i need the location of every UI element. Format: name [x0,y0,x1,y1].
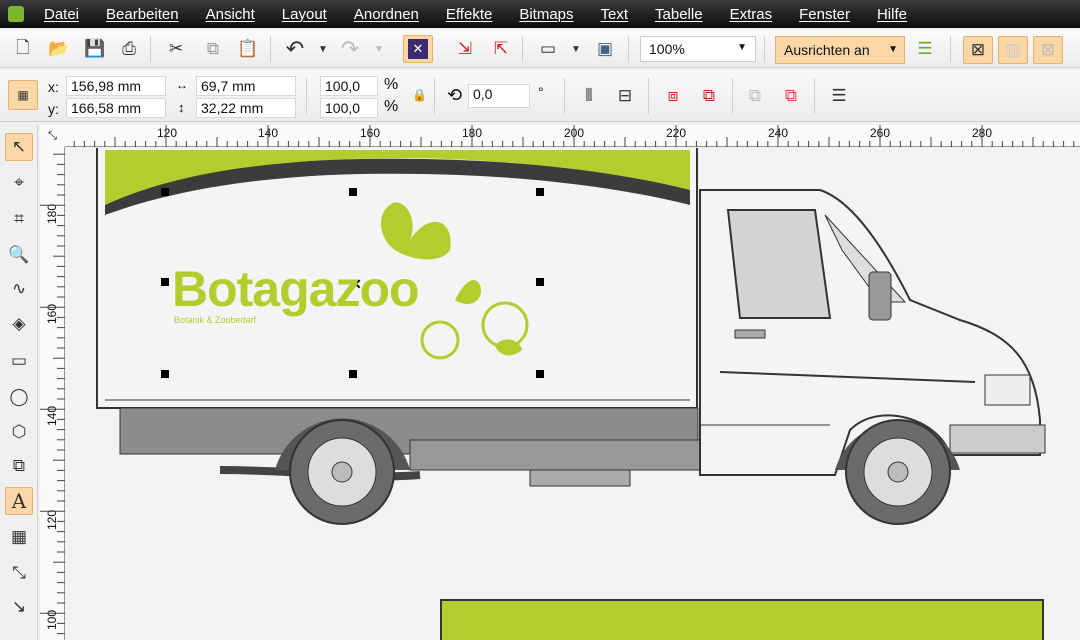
enhanced-view-button[interactable]: ⊠ [1033,36,1063,64]
height-field[interactable]: 32,22 mm [196,98,296,118]
horizontal-ruler[interactable]: 120 140 160 180 200 220 240 260 280 [65,125,1080,147]
dimension-tool-icon[interactable]: ⤡ [5,559,33,587]
menu-effekte[interactable]: Effekte [446,6,492,23]
menu-bar: Datei Bearbeiten Ansicht Layout Anordnen… [0,0,1080,28]
reference-point-icon[interactable]: ▦ [8,80,38,110]
basic-shapes-tool-icon[interactable]: ⧉ [5,452,33,480]
wrap-text-icon[interactable]: ☰ [826,83,852,109]
undo-icon[interactable]: ↶ [282,36,308,62]
toolbox: ↖ ⌖ ⌗ 🔍 ∿ ◈ ▭ ◯ ⬡ ⧉ A ▦ ⤡ ↘ [0,125,38,640]
menu-bitmaps[interactable]: Bitmaps [519,6,573,23]
print-icon[interactable]: ⎙ [116,36,142,62]
normal-view-button[interactable]: ▥ [998,36,1028,64]
pick-tool-icon[interactable]: ↖ [5,133,33,161]
text-tool-icon[interactable]: A [5,487,33,515]
percent-label: % [384,76,399,93]
menu-fenster[interactable]: Fenster [799,6,850,23]
publish-dropdown-icon[interactable]: ▼ [563,36,589,62]
undo-dropdown-icon[interactable]: ▼ [310,36,336,62]
zoom-value: 100% [649,41,685,57]
paste-icon[interactable]: 📋 [235,36,261,62]
combine-icon[interactable]: ⧉ [742,83,768,109]
launcher-button[interactable]: ✕ [403,35,433,63]
menu-anordnen[interactable]: Anordnen [354,6,419,23]
save-icon[interactable]: 💾 [82,36,108,62]
zoom-level-select[interactable]: 100% ▼ [640,36,756,62]
connector-tool-icon[interactable]: ↘ [5,593,33,621]
width-icon: ↔ [176,78,188,92]
menu-text[interactable]: Text [601,6,629,23]
y-position-field[interactable]: 166,58 mm [66,98,166,118]
lock-ratio-icon[interactable]: 🔒 [412,88,427,102]
publish-pdf-icon[interactable]: ▭ [535,36,561,62]
x-position-field[interactable]: 156,98 mm [66,76,166,96]
full-screen-preview-icon[interactable]: ▣ [592,36,618,62]
launcher-icon: ✕ [408,39,428,59]
freehand-tool-icon[interactable]: ∿ [5,275,33,303]
open-icon[interactable]: 📂 [46,36,72,62]
ungroup-icon[interactable]: ⧉ [696,83,722,109]
break-apart-icon[interactable]: ⧉ [778,83,804,109]
app-logo-icon [8,6,24,22]
truck-drawing: ✕ [96,148,1046,640]
scale-y-field[interactable]: 100,0 [320,98,378,118]
degree-label: ° [538,84,544,100]
ellipse-tool-icon[interactable]: ◯ [5,383,33,411]
height-icon: ↕ [178,100,185,115]
menu-ansicht[interactable]: Ansicht [206,6,255,23]
redo-dropdown-icon[interactable]: ▼ [366,36,392,62]
scale-x-field[interactable]: 100,0 [320,76,378,96]
percent-label: % [384,98,399,115]
menu-bearbeiten[interactable]: Bearbeiten [106,6,179,23]
brand-text[interactable]: Botagazoo [172,260,420,318]
chevron-down-icon: ▼ [888,44,898,55]
mirror-horizontal-icon[interactable]: ⫴ [576,83,602,109]
vertical-ruler[interactable]: 180 160 140 120 100 [40,147,65,640]
ruler-origin[interactable]: ⤡ [40,125,65,147]
smart-fill-tool-icon[interactable]: ◈ [5,310,33,338]
rotate-icon: ⟲ [447,85,463,105]
table-tool-icon[interactable]: ▦ [5,523,33,551]
menu-extras[interactable]: Extras [730,6,773,23]
options-checklist-icon[interactable]: ☰ [912,36,938,62]
chevron-down-icon: ▼ [737,42,747,53]
redo-icon[interactable]: ↷ [337,36,363,62]
menu-layout[interactable]: Layout [282,6,327,23]
menu-hilfe[interactable]: Hilfe [877,6,907,23]
new-document-icon[interactable]: 🗋 [10,36,36,62]
shape-tool-icon[interactable]: ⌖ [5,169,33,197]
import-icon[interactable]: ⇲ [452,36,478,62]
copy-icon[interactable]: ⧉ [200,36,226,62]
wireframe-view-button[interactable]: ⊠ [963,36,993,64]
mirror-vertical-icon[interactable]: ⊟ [612,83,638,109]
crop-tool-icon[interactable]: ⌗ [5,205,33,233]
snap-label: Ausrichten an [784,42,870,58]
zoom-tool-icon[interactable]: 🔍 [5,241,33,269]
group-icon[interactable]: ⧈ [660,83,686,109]
property-bar: ▦ x: 156,98 mm y: 166,58 mm ↔ 69,7 mm ↕ … [0,70,1080,122]
rotation-field[interactable]: 0,0 [468,84,530,108]
menu-datei[interactable]: Datei [44,6,79,23]
rectangle-tool-icon[interactable]: ▭ [5,347,33,375]
export-icon[interactable]: ⇱ [488,36,514,62]
x-label: x: [48,79,59,95]
tagline-text[interactable]: Botanik & Zoobedarf [174,315,256,325]
polygon-tool-icon[interactable]: ⬡ [5,418,33,446]
menu-tabelle[interactable]: Tabelle [655,6,703,23]
cut-icon[interactable]: ✂ [163,36,189,62]
drawing-canvas[interactable]: ✕ Botagazoo Botanik & Zoobedarf [66,148,1080,640]
snap-to-dropdown[interactable]: Ausrichten an ▼ [775,36,905,64]
y-label: y: [48,101,59,117]
width-field[interactable]: 69,7 mm [196,76,296,96]
